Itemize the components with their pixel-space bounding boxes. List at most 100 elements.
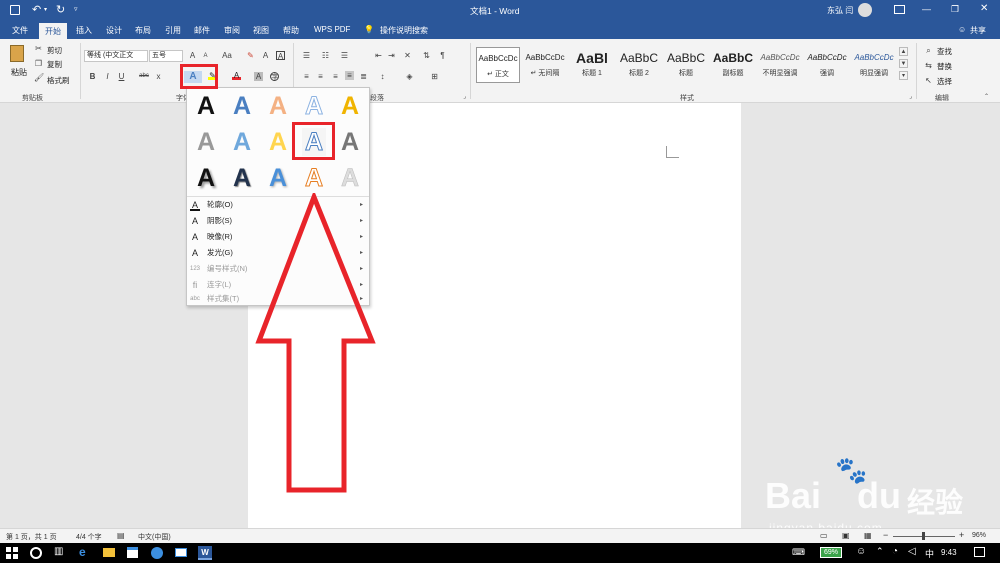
style-subtle-emphasis[interactable]: AaBbCcDc 不明显强调 [758, 47, 802, 83]
styles-launcher-icon[interactable]: ⌟ [906, 93, 915, 102]
customize-qat-icon[interactable]: ▿ [74, 5, 78, 13]
tab-home[interactable]: 开始 [39, 23, 67, 39]
effect-option[interactable]: A [266, 92, 290, 120]
effect-option[interactable]: A [230, 92, 254, 120]
close-icon[interactable]: ✕ [980, 3, 988, 14]
italic-button[interactable]: I [103, 72, 112, 81]
style-normal[interactable]: AaBbCcDc ↵ 正文 [476, 47, 520, 83]
tab-file[interactable]: 文件 [12, 25, 28, 36]
volume-icon[interactable]: ◁ [908, 546, 916, 557]
tab-view[interactable]: 视图 [253, 25, 269, 36]
zoom-out-button[interactable]: − [883, 530, 888, 540]
paragraph-launcher-icon[interactable]: ⌟ [460, 93, 469, 102]
effect-option[interactable]: A [266, 128, 290, 156]
undo-icon[interactable]: ↶ [32, 3, 41, 16]
undo-dropdown-icon[interactable]: ▾ [44, 6, 47, 13]
clear-formatting-icon[interactable]: ✎ [246, 51, 255, 60]
tab-mailings[interactable]: 邮件 [194, 25, 210, 36]
zoom-slider-thumb[interactable] [922, 532, 925, 540]
clock-app-icon[interactable] [151, 547, 163, 559]
tab-references[interactable]: 引用 [165, 25, 181, 36]
shading-icon[interactable]: ◈ [405, 72, 414, 81]
web-layout-icon[interactable]: ▦ [864, 531, 872, 540]
bold-button[interactable]: B [88, 72, 97, 81]
align-center-icon[interactable]: ≡ [316, 72, 325, 81]
task-view-icon[interactable]: ▥ [54, 546, 63, 557]
strikethrough-button[interactable]: abc [137, 72, 151, 81]
effect-option[interactable]: A [230, 128, 254, 156]
cut-button[interactable]: 剪切 [47, 45, 62, 56]
sort-icon[interactable]: ⇅ [422, 51, 431, 60]
minimize-icon[interactable]: — [922, 4, 931, 14]
tab-layout[interactable]: 布局 [135, 25, 151, 36]
character-shading-icon[interactable]: A [254, 72, 263, 81]
styles-scroll-up-icon[interactable]: ▲ [899, 47, 908, 56]
enclose-characters-icon[interactable]: 字 [270, 72, 279, 82]
justify-icon[interactable]: ≡ [345, 71, 354, 80]
style-emphasis[interactable]: AaBbCcDc 强调 [805, 47, 849, 83]
numbering-icon[interactable]: ☷ [321, 51, 330, 60]
collapse-ribbon-icon[interactable]: ⌃ [982, 93, 991, 102]
avatar[interactable] [858, 3, 872, 17]
styles-scroll-down-icon[interactable]: ▼ [899, 59, 908, 68]
font-name-select[interactable]: 等线 (中文正文 [84, 50, 148, 62]
tell-me-search[interactable]: 操作说明搜索 [380, 25, 428, 36]
show-marks-icon[interactable]: ¶ [438, 51, 447, 60]
cortana-icon[interactable] [30, 547, 42, 559]
grow-font-icon[interactable]: A [188, 51, 197, 60]
style-heading-2[interactable]: AaBbC 标题 2 [617, 47, 661, 83]
redo-icon[interactable]: ↻ [56, 3, 65, 16]
chevron-up-icon[interactable]: ⌃ [876, 546, 884, 557]
tab-review[interactable]: 审阅 [224, 25, 240, 36]
replace-button[interactable]: 替换 [937, 61, 952, 72]
format-painter-button[interactable]: 格式刷 [47, 75, 70, 86]
effect-option[interactable]: A [266, 164, 290, 192]
word-taskbar-icon[interactable]: W [198, 546, 212, 560]
align-right-icon[interactable]: ≡ [331, 72, 340, 81]
chinese-layout-icon[interactable]: ✕ [403, 51, 412, 60]
zoom-level[interactable]: 96% [972, 532, 986, 539]
style-subtitle[interactable]: AaBbC 副标题 [711, 47, 755, 83]
subscript-button[interactable]: x [154, 72, 163, 81]
decrease-indent-icon[interactable]: ⇤ [374, 51, 383, 60]
style-title[interactable]: AaBbC 标题 [664, 47, 708, 83]
mail-icon[interactable] [175, 548, 187, 557]
tab-design[interactable]: 设计 [106, 25, 122, 36]
paste-button[interactable]: 粘贴 [11, 67, 27, 78]
edge-icon[interactable]: e [79, 545, 86, 559]
select-button[interactable]: 选择 [937, 76, 952, 87]
effect-option[interactable]: A [230, 164, 254, 192]
read-mode-icon[interactable]: ▭ [820, 531, 828, 540]
restore-icon[interactable]: ❐ [951, 4, 959, 15]
increase-indent-icon[interactable]: ⇥ [387, 51, 396, 60]
file-explorer-icon[interactable] [103, 548, 115, 557]
tab-insert[interactable]: 插入 [76, 25, 92, 36]
underline-button[interactable]: U [117, 72, 126, 81]
clock[interactable]: 9:43 [941, 548, 957, 557]
find-button[interactable]: 查找 [937, 46, 952, 57]
styles-more-icon[interactable]: ▾ [899, 71, 908, 80]
ribbon-display-icon[interactable] [894, 5, 905, 14]
character-border-icon[interactable]: A [276, 51, 285, 61]
language[interactable]: 中文(中国) [138, 532, 171, 542]
multilevel-list-icon[interactable]: ☰ [340, 51, 349, 60]
user-name[interactable]: 东弘 闫 [827, 5, 853, 16]
distribute-icon[interactable]: ≣ [359, 72, 368, 81]
people-icon[interactable]: ☺ [856, 546, 866, 557]
effect-option[interactable]: A [302, 164, 326, 193]
keyboard-icon[interactable]: ⌨ [792, 547, 805, 558]
style-no-spacing[interactable]: AaBbCcDc ↵ 无间隔 [523, 47, 567, 83]
windows-start-icon[interactable] [6, 547, 18, 559]
effect-option[interactable]: A [194, 92, 218, 120]
style-intense-emphasis[interactable]: AaBbCcDc 明显强调 [852, 47, 896, 83]
battery-indicator[interactable]: 69% [820, 547, 843, 558]
zoom-in-button[interactable]: + [959, 530, 964, 540]
paste-icon[interactable] [10, 45, 24, 62]
style-heading-1[interactable]: AaBl 标题 1 [570, 47, 614, 83]
share-button[interactable]: 共享 [970, 25, 986, 36]
bullets-icon[interactable]: ☰ [302, 51, 311, 60]
effect-option[interactable]: A [338, 164, 362, 193]
input-language[interactable]: 中 [925, 547, 934, 560]
tab-help[interactable]: 帮助 [283, 25, 299, 36]
borders-icon[interactable]: ⊞ [430, 72, 439, 81]
